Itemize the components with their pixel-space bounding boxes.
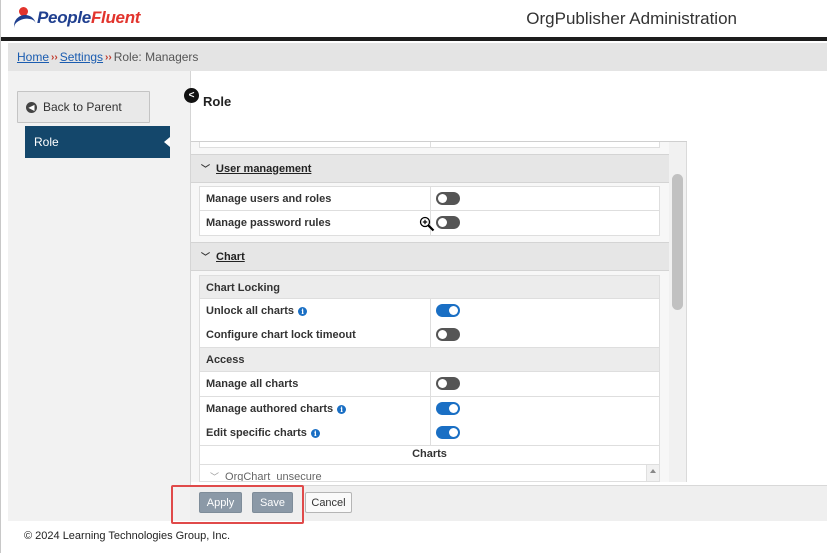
vertical-scrollbar[interactable] <box>669 142 686 482</box>
permission-label: Edit specific charts i <box>206 427 320 439</box>
page: PeopleFluent OrgPublisher Administration… <box>0 0 827 553</box>
breadcrumb-separator-icon: ›› <box>51 51 58 63</box>
sidebar-item-label: Role <box>34 135 59 149</box>
chevron-down-icon: ﹀ <box>210 472 220 482</box>
permission-row-unlock-all-charts: Unlock all charts i <box>199 299 660 324</box>
app-title: OrgPublisher Administration <box>526 9 737 28</box>
header-divider <box>1 37 827 41</box>
scrollbar-thumb[interactable] <box>672 174 683 310</box>
scroll-up-icon[interactable] <box>650 469 656 473</box>
section-title: User management <box>216 162 312 175</box>
permission-label: Manage password rules <box>206 217 331 229</box>
permission-row-edit-specific-charts: Edit specific charts i <box>199 421 660 446</box>
group-access: Access <box>199 348 660 372</box>
chevron-down-icon: ﹀ <box>201 252 211 262</box>
toggle-edit-specific-charts[interactable] <box>436 426 460 439</box>
logo-mark-icon <box>11 7 37 30</box>
info-icon[interactable]: i <box>337 404 347 414</box>
page-title: Role <box>203 94 232 109</box>
chart-list-scrollbar[interactable] <box>646 465 659 481</box>
copyright-text: © 2024 Learning Technologies Group, Inc. <box>24 530 231 542</box>
logo-text: PeopleFluent <box>37 8 141 27</box>
peoplefluent-logo[interactable]: PeopleFluent <box>11 5 141 31</box>
permission-row-configure-chart-lock-timeout: Configure chart lock timeout <box>199 323 660 348</box>
back-to-parent-label: Back to Parent <box>43 100 122 114</box>
chevron-left-circle-icon[interactable]: < <box>184 88 199 103</box>
permission-label: Manage authored charts i <box>206 403 347 415</box>
arrow-left-circle-icon: ◀ <box>26 101 37 113</box>
permission-label: Configure chart lock timeout <box>206 329 356 341</box>
breadcrumb-current: Role: Managers <box>113 50 199 64</box>
zoom-in-icon <box>419 216 435 232</box>
back-to-parent-button[interactable]: ◀ Back to Parent <box>17 91 150 123</box>
breadcrumb: Home ›› Settings ›› Role: Managers <box>8 43 827 71</box>
permission-label: Manage users and roles <box>206 193 332 205</box>
section-chart[interactable]: ﹀ Chart <box>191 242 669 271</box>
permission-row-manage-authored-charts: Manage authored charts i <box>199 397 660 422</box>
chart-list[interactable]: ﹀ OrgChart_unsecure <box>199 465 660 482</box>
toggle-manage-authored-charts[interactable] <box>436 402 460 415</box>
toggle-manage-users-roles[interactable] <box>436 192 460 205</box>
permission-label: Unlock all charts i <box>206 305 308 317</box>
breadcrumb-separator-icon: ›› <box>105 51 112 63</box>
info-icon[interactable]: i <box>310 428 320 438</box>
highlight-annotation <box>171 485 304 524</box>
cancel-button[interactable]: Cancel <box>305 492 352 513</box>
toggle-manage-all-charts[interactable] <box>436 377 460 390</box>
sidebar-item-role[interactable]: Role <box>25 126 170 158</box>
list-item[interactable]: ﹀ OrgChart_unsecure <box>210 470 322 482</box>
app-header: PeopleFluent OrgPublisher Administration <box>1 0 827 38</box>
right-pane <box>686 142 827 482</box>
permission-row-manage-all-charts: Manage all charts <box>199 372 660 397</box>
section-user-management[interactable]: ﹀ User management <box>191 154 669 183</box>
section-title: Chart <box>216 250 245 263</box>
toggle-manage-password-rules[interactable] <box>436 216 460 229</box>
active-indicator <box>164 137 170 147</box>
window-edge <box>0 0 1 553</box>
breadcrumb-settings[interactable]: Settings <box>60 50 103 64</box>
table-row <box>199 142 660 148</box>
chevron-down-icon: ﹀ <box>201 164 211 174</box>
permission-row-manage-users-roles: Manage users and roles <box>199 186 660 211</box>
breadcrumb-home[interactable]: Home <box>17 50 49 64</box>
charts-header: Charts <box>199 446 660 465</box>
toggle-unlock-all-charts[interactable] <box>436 304 460 317</box>
toggle-configure-chart-lock-timeout[interactable] <box>436 328 460 341</box>
group-chart-locking: Chart Locking <box>199 275 660 299</box>
permission-label: Manage all charts <box>206 378 299 390</box>
info-icon[interactable]: i <box>298 306 308 316</box>
